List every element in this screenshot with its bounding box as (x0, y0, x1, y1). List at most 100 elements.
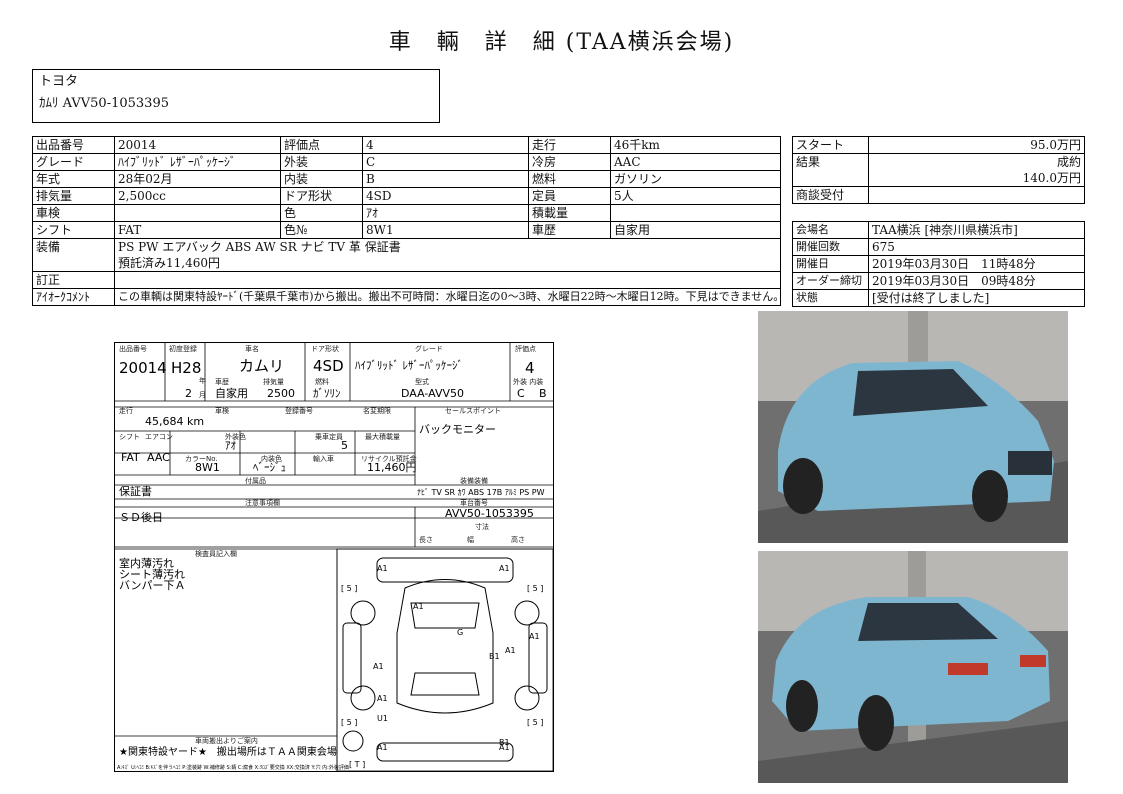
car-photo-front (758, 311, 1068, 543)
sheet-aircon: AAC (147, 451, 170, 464)
spec-value: ﾊｲﾌﾞﾘｯﾄﾞ ﾚｻﾞｰﾊﾟｯｹｰｼﾞ (114, 153, 281, 171)
sheet-memo-3: バンパー下Ａ (119, 579, 186, 592)
result-price: 140.0万円 (1022, 171, 1081, 185)
comment-value: この車輌は関東特設ﾔｰﾄﾞ(千葉県千葉市)から搬出。搬出不可時間：水曜日迄の0～… (114, 288, 781, 306)
spec-value (114, 204, 281, 222)
label-fuel: 燃料 (315, 377, 329, 386)
venue-label: 開催日 (792, 255, 869, 273)
label-inspection: 車検 (215, 406, 229, 415)
spec-value: C (362, 153, 529, 171)
spec-label: シフト (32, 221, 115, 239)
venue-label: 開催回数 (792, 238, 869, 256)
damage-mark: A1 (377, 564, 388, 573)
venue-label: 状態 (792, 289, 869, 307)
damage-mark: A1 (499, 564, 510, 573)
label-sales-point: セールスポイント (445, 407, 501, 415)
sheet-recycle-fee: 11,460円 (367, 461, 417, 474)
label-ext-int: 外装 内装 (513, 377, 543, 386)
label-displacement: 排気量 (263, 377, 284, 386)
panel-bracket: [ 5 ] (341, 718, 357, 727)
label-shift: シフト (119, 433, 140, 441)
price-table: スタート 95.0万円 結果 成約 140.0万円 商談受付 (792, 136, 1085, 204)
label-model: 型式 (415, 377, 429, 386)
venue-value: 2019年03月30日 09時48分 (868, 272, 1085, 290)
sheet-model-code: DAA-AVV50 (401, 387, 464, 400)
sheet-interior-color: ﾍﾞｰｼﾞｭ (253, 461, 286, 474)
label-height: 高さ (511, 535, 525, 544)
panel-bracket: [ T ] (349, 760, 365, 769)
sheet-grade: ﾊｲﾌﾞﾘｯﾄﾞ ﾚｻﾞｰﾊﾟｯｹｰｼﾞ (355, 359, 463, 372)
damage-mark: A1 (377, 743, 388, 752)
panel-bracket: [ 5 ] (527, 718, 543, 727)
page-title: 車 輛 詳 細 (TAA横浜会場) (388, 30, 735, 55)
spec-label: 冷房 (528, 153, 611, 171)
spec-value: AAC (610, 153, 781, 171)
label-chassis: 車台番号 (460, 498, 488, 507)
spec-value: FAT (114, 221, 281, 239)
label-first-reg: 初度登録 (169, 344, 197, 353)
spec-label: 車歴 (528, 221, 611, 239)
venue-value: [受付は終了しました] (868, 289, 1085, 307)
spec-value: ガソリン (610, 170, 781, 188)
spec-label: 排気量 (32, 187, 115, 205)
sheet-capacity: 5 (341, 439, 348, 452)
sheet-legend: A:ｷｽﾞ U:ﾍｺﾐ B:ｷｽﾞを伴うﾍｺﾐ P:塗装跡 W:補修跡 S:錆 … (117, 764, 349, 771)
venue-value: 2019年03月30日 11時48分 (868, 255, 1085, 273)
spec-label: 車検 (32, 204, 115, 222)
sheet-car-name: カムリ (239, 357, 284, 375)
sheet-accessories: 保証書 (119, 484, 152, 498)
sheet-sales-point: バックモニター (419, 423, 496, 436)
sheet-inspector-notes: ＳＤ後日 (119, 510, 163, 524)
spec-value: 2,500cc (114, 187, 281, 205)
panel-bracket: [ 5 ] (341, 584, 357, 593)
result-label: 結果 (792, 153, 869, 187)
damage-mark: B1 (489, 652, 500, 661)
damage-mark: U1 (377, 714, 388, 723)
label-transfer: 名変期限 (363, 406, 391, 415)
sheet-color: ｱｵ (225, 439, 236, 452)
label-score: 評価点 (515, 344, 536, 353)
damage-mark: A1 (377, 694, 388, 703)
venue-value: 675 (868, 238, 1085, 256)
spec-value: 8W1 (362, 221, 529, 239)
spec-label: 評価点 (280, 136, 363, 154)
negotiation-value (868, 186, 1085, 204)
spec-label: ドア形状 (280, 187, 363, 205)
label-transport: 車両搬出よりご案内 (195, 736, 258, 745)
spec-label: 色№ (280, 221, 363, 239)
sheet-mileage: 45,684 km (145, 415, 204, 428)
spec-table: 出品番号 20014 評価点 4 走行 46千km グレード ﾊｲﾌﾞﾘｯﾄﾞ ﾚｻﾞｰﾊﾟｯ… (32, 136, 781, 306)
spec-value: 4 (362, 136, 529, 154)
label-aircon: エアコン (145, 433, 173, 441)
comment-label: ｱｲｵｰｸｺﾒﾝﾄ (32, 288, 115, 306)
spec-value: B (362, 170, 529, 188)
sheet-displacement: 2500 (267, 387, 295, 400)
venue-table: 会場名 TAA横浜 [神奈川県横浜市] 開催回数 675 開催日 2019年03月30日 … (792, 221, 1085, 307)
venue-value: TAA横浜 [神奈川県横浜市] (868, 221, 1085, 239)
sheet-use: 自家用 (215, 386, 248, 400)
label-mileage: 走行 (119, 406, 133, 415)
vehicle-model-line: ｶﾑﾘ AVV50-1053395 (39, 96, 169, 111)
spec-label: グレード (32, 153, 115, 171)
start-value: 95.0万円 (868, 136, 1085, 154)
label-acc: 付属品 (245, 476, 266, 485)
sheet-door-type: 4SD (313, 357, 344, 375)
label-month: 月 (199, 391, 206, 399)
spec-value: 20014 (114, 136, 281, 154)
vehicle-maker: トヨタ (39, 74, 79, 89)
spec-label: 走行 (528, 136, 611, 154)
label-dims: 寸法 (475, 522, 489, 531)
damage-mark: A1 (529, 632, 540, 641)
spec-label: 定員 (528, 187, 611, 205)
label-door: ドア形状 (311, 344, 339, 353)
sheet-first-reg: H28 (171, 359, 201, 377)
sheet-color-no: 8W1 (195, 461, 220, 474)
label-capacity: 乗車定員 (315, 432, 343, 441)
spec-label: 年式 (32, 170, 115, 188)
vehicle-name-box: トヨタ ｶﾑﾘ AVV50-1053395 (32, 69, 440, 123)
start-label: スタート (792, 136, 869, 154)
sheet-transport-note: ★関東特設ヤード★ 搬出場所はＴＡＡ関東会場 (119, 745, 337, 758)
spec-label: 燃料 (528, 170, 611, 188)
spec-value: 5人 (610, 187, 781, 205)
sheet-chassis-no: AVV50-1053395 (445, 507, 534, 520)
